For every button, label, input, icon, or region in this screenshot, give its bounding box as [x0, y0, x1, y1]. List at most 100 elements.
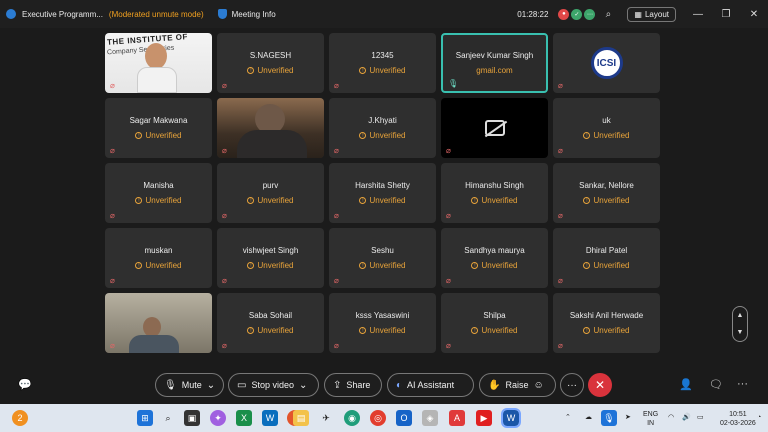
wifi-icon[interactable]: ◠ [668, 413, 674, 422]
microphone-muted-icon: ⌀ [446, 341, 451, 350]
participant-tile[interactable]: uk! Unverified ⌀ [553, 98, 660, 158]
participants-icon[interactable]: 👤 [679, 378, 693, 391]
warning-icon: ! [135, 132, 143, 139]
language-indicator[interactable]: ENG IN [643, 410, 658, 428]
clock[interactable]: 10:51 02-03-2026 [720, 410, 756, 428]
participant-tile[interactable]: ICSI ⌀ [553, 33, 660, 93]
participant-tile[interactable]: ksss Yasaswini! Unverified ⌀ [329, 293, 436, 353]
excel-icon[interactable]: X [236, 410, 252, 426]
participant-tile[interactable]: Harshita Shetty! Unverified ⌀ [329, 163, 436, 223]
more-panels-icon[interactable]: ··· [737, 378, 748, 390]
participant-tile[interactable]: Shilpa! Unverified ⌀ [441, 293, 548, 353]
edge-icon[interactable]: ◉ [344, 410, 360, 426]
participant-tile[interactable]: ⌀ [441, 98, 548, 158]
participant-tile[interactable]: ⌀ [105, 293, 212, 353]
share-button[interactable]: ⇪ Share [324, 373, 382, 397]
participant-tile[interactable]: THE INSTITUTE OF Company Secretaries ⌀ [105, 33, 212, 93]
meeting-title[interactable]: Executive Programm... [22, 10, 103, 19]
tray-expand-icon[interactable]: ⌃ [565, 413, 571, 422]
scroll-down-icon[interactable]: ▼ [737, 329, 744, 336]
participant-tile[interactable]: Manisha! Unverified ⌀ [105, 163, 212, 223]
end-call-button[interactable]: ✕ [588, 373, 612, 397]
participant-tile[interactable]: Sagar Makwana! Unverified ⌀ [105, 98, 212, 158]
warning-icon: ! [583, 132, 591, 139]
grid-scroll-control[interactable]: ▲ ▼ [732, 306, 748, 342]
onedrive-icon[interactable]: ☁ [585, 413, 592, 422]
start-icon[interactable]: ⊞ [137, 410, 153, 426]
outlook-icon[interactable]: O [396, 410, 412, 426]
search-icon[interactable]: ⌕ [600, 6, 616, 22]
warning-icon: ! [135, 197, 143, 204]
participant-status-label: Unverified [481, 196, 518, 205]
warning-icon: ! [359, 262, 367, 269]
word-icon[interactable]: W [262, 410, 278, 426]
participant-tile[interactable]: 12345! Unverified ⌀ [329, 33, 436, 93]
layout-button[interactable]: ▦ Layout [627, 6, 676, 22]
participant-tile[interactable]: Saba Sohail! Unverified ⌀ [217, 293, 324, 353]
pdf-icon[interactable]: A [449, 410, 465, 426]
reactions-icon[interactable]: ☺ [533, 380, 543, 391]
app-icon[interactable]: ✈ [318, 410, 334, 426]
participant-tile[interactable]: Sakshi Anil Herwade! Unverified ⌀ [553, 293, 660, 353]
close-button[interactable]: ✕ [740, 9, 768, 20]
chevron-down-icon[interactable]: ⌄ [299, 380, 307, 391]
participant-name: Himanshu Singh [465, 181, 524, 190]
participant-body [237, 130, 307, 158]
microphone-muted-icon: ⌀ [222, 341, 227, 350]
security-icon[interactable]: ✓ [571, 8, 583, 20]
battery-icon[interactable]: ▭ [697, 413, 704, 422]
meeting-info-button[interactable]: Meeting Info [232, 10, 276, 19]
recording-icon[interactable]: ● [558, 8, 570, 20]
participant-tile[interactable]: Sanjeev Kumar Singh gmail.com 🎙 [441, 33, 548, 93]
participant-tile[interactable]: ⌀ [217, 98, 324, 158]
participant-tile[interactable]: Sandhya maurya! Unverified ⌀ [441, 228, 548, 288]
microphone-tray-icon[interactable]: 🎙 [601, 410, 617, 426]
file-explorer-icon[interactable]: ▤ [293, 410, 309, 426]
participant-tile[interactable]: Himanshu Singh! Unverified ⌀ [441, 163, 548, 223]
participant-name: S.NAGESH [249, 51, 292, 60]
participant-tile[interactable]: muskan! Unverified ⌀ [105, 228, 212, 288]
participant-status: ! Unverified [359, 131, 406, 140]
notifications-icon[interactable]: ◔ [757, 413, 761, 422]
title-bar: Executive Programm... (Moderated unmute … [0, 0, 768, 28]
raise-hand-button[interactable]: ✋ Raise ☺ [479, 373, 556, 397]
webex-taskbar-icon[interactable]: W [501, 408, 521, 428]
weather-widget-icon[interactable]: 2 [12, 410, 28, 426]
scroll-up-icon[interactable]: ▲ [737, 312, 744, 319]
chevron-down-icon[interactable]: ⌄ [207, 380, 215, 391]
stop-video-button[interactable]: ▭ Stop video ⌄ [228, 373, 319, 397]
search-icon[interactable]: ⌕ [160, 410, 176, 426]
participant-tile[interactable]: Dhiral Patel! Unverified ⌀ [553, 228, 660, 288]
ai-assistant-button[interactable]: ◐ AI Assistant [387, 373, 474, 397]
location-icon[interactable]: ➤ [625, 413, 631, 422]
app-icon[interactable]: ◈ [422, 410, 438, 426]
participant-name: J.Khyati [368, 116, 397, 125]
participant-status: ! Unverified [583, 261, 630, 270]
participant-tile[interactable]: Sankar, Nellore! Unverified ⌀ [553, 163, 660, 223]
chrome-icon[interactable]: ◎ [370, 410, 386, 426]
chat-icon[interactable]: 🗨 [709, 378, 723, 391]
participant-status: ! Unverified [247, 196, 294, 205]
banner-text: THE INSTITUTE OF [106, 33, 189, 47]
share-label: Share [346, 380, 371, 390]
volume-icon[interactable]: 🔊 [682, 413, 691, 422]
minimize-button[interactable]: — [684, 9, 712, 20]
ai-assistant-label: AI Assistant [407, 380, 455, 390]
participant-name: muskan [144, 246, 173, 255]
restore-button[interactable]: ❐ [712, 9, 740, 20]
participant-tile[interactable]: J.Khyati! Unverified ⌀ [329, 98, 436, 158]
copilot-icon[interactable]: ✦ [210, 410, 226, 426]
participant-tile[interactable]: Seshu! Unverified ⌀ [329, 228, 436, 288]
connection-icon[interactable]: ⋯ [584, 8, 596, 20]
participant-tile[interactable]: vishwjeet Singh! Unverified ⌀ [217, 228, 324, 288]
participant-status-label: Unverified [593, 131, 630, 140]
youtube-icon[interactable]: ▶ [476, 410, 492, 426]
task-view-icon[interactable]: ▣ [184, 410, 200, 426]
mute-button[interactable]: 🎙 Mute ⌄ [155, 373, 224, 397]
hand-icon: ✋ [488, 379, 501, 391]
captions-icon[interactable]: 💬 [18, 378, 32, 391]
more-options-button[interactable]: ··· [560, 373, 584, 397]
participant-tile[interactable]: S.NAGESH! Unverified ⌀ [217, 33, 324, 93]
participant-tile[interactable]: purv! Unverified ⌀ [217, 163, 324, 223]
participant-face [145, 43, 167, 69]
